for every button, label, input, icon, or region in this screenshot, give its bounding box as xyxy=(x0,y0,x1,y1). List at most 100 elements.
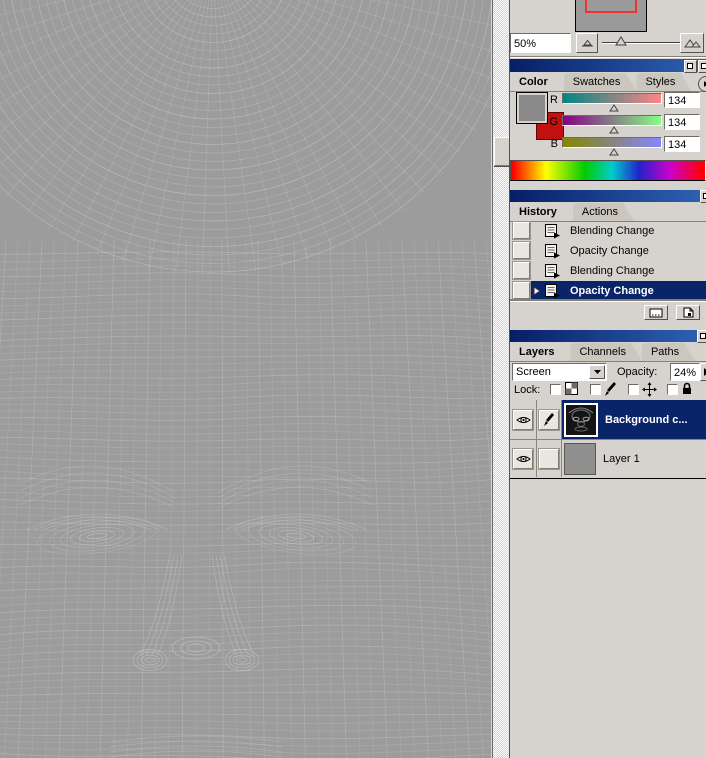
color-panel-tabs: Color Swatches Styles xyxy=(510,72,706,92)
wireframe-face-mesh xyxy=(0,0,491,758)
tab-swatches-label: Swatches xyxy=(573,76,621,88)
tab-actions-label: Actions xyxy=(582,206,618,218)
channel-r-value-input[interactable] xyxy=(664,92,700,108)
color-spectrum-ramp[interactable] xyxy=(510,160,706,181)
tab-channels-label: Channels xyxy=(579,346,625,358)
history-item[interactable]: Opacity Change xyxy=(510,241,706,261)
tab-styles-label: Styles xyxy=(645,76,675,88)
history-source-well[interactable] xyxy=(513,222,530,239)
history-panel: History Actions Blending Change xyxy=(510,190,706,320)
channel-b-label: B xyxy=(548,138,558,150)
opacity-value-input[interactable] xyxy=(670,363,700,381)
layer-thumbnail[interactable] xyxy=(564,443,596,475)
history-state-icon xyxy=(544,243,562,259)
navigator-zoom-out-button[interactable] xyxy=(576,33,598,53)
paintbrush-icon xyxy=(544,413,554,426)
lock-all-checkbox[interactable] xyxy=(667,384,678,395)
history-state-icon xyxy=(544,283,562,299)
history-state-icon xyxy=(544,223,562,239)
new-document-from-state-button[interactable] xyxy=(644,305,668,320)
tab-actions[interactable]: Actions xyxy=(573,203,634,221)
history-item[interactable]: Blending Change xyxy=(510,261,706,281)
channel-g-label: G xyxy=(548,116,558,128)
transparency-checker-icon xyxy=(565,382,578,395)
opacity-slider-arrow-button[interactable] xyxy=(700,363,706,381)
channel-r-label: R xyxy=(548,94,558,106)
canvas-wireframe-face[interactable] xyxy=(0,0,491,758)
navigator-thumbnail[interactable] xyxy=(575,0,647,32)
channel-b-slider-thumb[interactable] xyxy=(608,148,620,156)
move-icon xyxy=(642,382,657,397)
canvas-vertical-scrollbar[interactable] xyxy=(492,0,510,758)
history-state-icon xyxy=(544,263,562,279)
color-panel: Color Swatches Styles R G B xyxy=(510,59,706,182)
new-snapshot-button[interactable] xyxy=(676,305,700,320)
tab-history[interactable]: History xyxy=(510,203,573,221)
channel-b-value-input[interactable] xyxy=(664,136,700,152)
layer-visibility-cell[interactable] xyxy=(510,400,537,439)
layers-panel: Layers Channels Paths Screen Opacity: Lo… xyxy=(510,330,706,479)
layer-visibility-cell[interactable] xyxy=(510,440,537,477)
channel-g-value-input[interactable] xyxy=(664,114,700,130)
history-item-label: Blending Change xyxy=(570,225,654,237)
channel-g-slider[interactable] xyxy=(562,115,662,126)
zoom-out-icon xyxy=(582,39,593,47)
lock-transparency-checkbox[interactable] xyxy=(550,384,561,395)
palette-menu-button[interactable] xyxy=(698,76,706,92)
tab-swatches[interactable]: Swatches xyxy=(564,73,637,91)
lock-icon xyxy=(681,382,693,395)
history-source-well[interactable] xyxy=(513,282,530,299)
history-bottom-bar xyxy=(510,301,706,321)
tab-layers-label: Layers xyxy=(519,346,554,358)
layer-row-background-copy[interactable]: Background c... xyxy=(510,400,706,440)
eye-icon xyxy=(516,454,531,464)
tab-layers[interactable]: Layers xyxy=(510,343,570,361)
layer-link-cell xyxy=(537,440,562,477)
tab-paths[interactable]: Paths xyxy=(642,343,695,361)
history-source-well[interactable] xyxy=(513,262,530,279)
tab-color[interactable]: Color xyxy=(510,73,564,91)
history-item-selected[interactable]: Opacity Change xyxy=(510,281,706,301)
channel-b-slider[interactable] xyxy=(562,137,662,148)
history-source-well[interactable] xyxy=(513,242,530,259)
layer-name: Background c... xyxy=(605,414,688,426)
navigator-bottom-edge xyxy=(510,56,706,58)
navigator-zoom-input[interactable] xyxy=(510,33,571,53)
tab-paths-label: Paths xyxy=(651,346,679,358)
navigator-zoom-in-button[interactable] xyxy=(680,33,704,53)
opacity-label: Opacity: xyxy=(617,366,657,378)
layer-main[interactable]: Background c... xyxy=(562,400,706,439)
layer-thumbnail-face xyxy=(566,405,596,435)
channel-r-slider-thumb[interactable] xyxy=(608,104,620,112)
lock-pixels-checkbox[interactable] xyxy=(590,384,601,395)
blend-mode-value: Screen xyxy=(516,366,551,378)
color-panel-titlebar[interactable] xyxy=(510,59,706,72)
history-panel-titlebar[interactable] xyxy=(510,190,706,202)
chevron-down-icon xyxy=(593,369,602,375)
blend-mode-select[interactable]: Screen xyxy=(512,363,607,381)
tab-styles[interactable]: Styles xyxy=(636,73,691,91)
history-item-label: Blending Change xyxy=(570,265,654,277)
layers-panel-titlebar[interactable] xyxy=(510,330,706,342)
lock-position-checkbox[interactable] xyxy=(628,384,639,395)
layer-main[interactable]: Layer 1 xyxy=(562,440,706,477)
blend-mode-dropdown-button[interactable] xyxy=(589,365,605,379)
channel-r-slider[interactable] xyxy=(562,93,662,104)
channel-g-slider-thumb[interactable] xyxy=(608,126,620,134)
tab-history-label: History xyxy=(519,206,557,218)
layer-row-layer-1[interactable]: Layer 1 xyxy=(510,440,706,477)
new-document-from-state-icon xyxy=(649,308,663,318)
history-item[interactable]: Blending Change xyxy=(510,221,706,241)
lock-label: Lock: xyxy=(514,384,540,396)
layers-panel-tabs: Layers Channels Paths xyxy=(510,342,706,362)
tab-color-label: Color xyxy=(519,76,548,88)
history-current-state-marker[interactable] xyxy=(533,286,541,296)
history-item-label: Opacity Change xyxy=(570,285,654,297)
tab-channels[interactable]: Channels xyxy=(570,343,641,361)
history-panel-tabs: History Actions xyxy=(510,202,706,222)
navigator-view-box[interactable] xyxy=(585,0,637,13)
navigator-zoom-slider-thumb[interactable] xyxy=(614,36,628,46)
foreground-color-swatch[interactable] xyxy=(516,92,548,124)
new-snapshot-icon xyxy=(682,307,694,318)
layer-thumbnail[interactable] xyxy=(564,403,598,437)
